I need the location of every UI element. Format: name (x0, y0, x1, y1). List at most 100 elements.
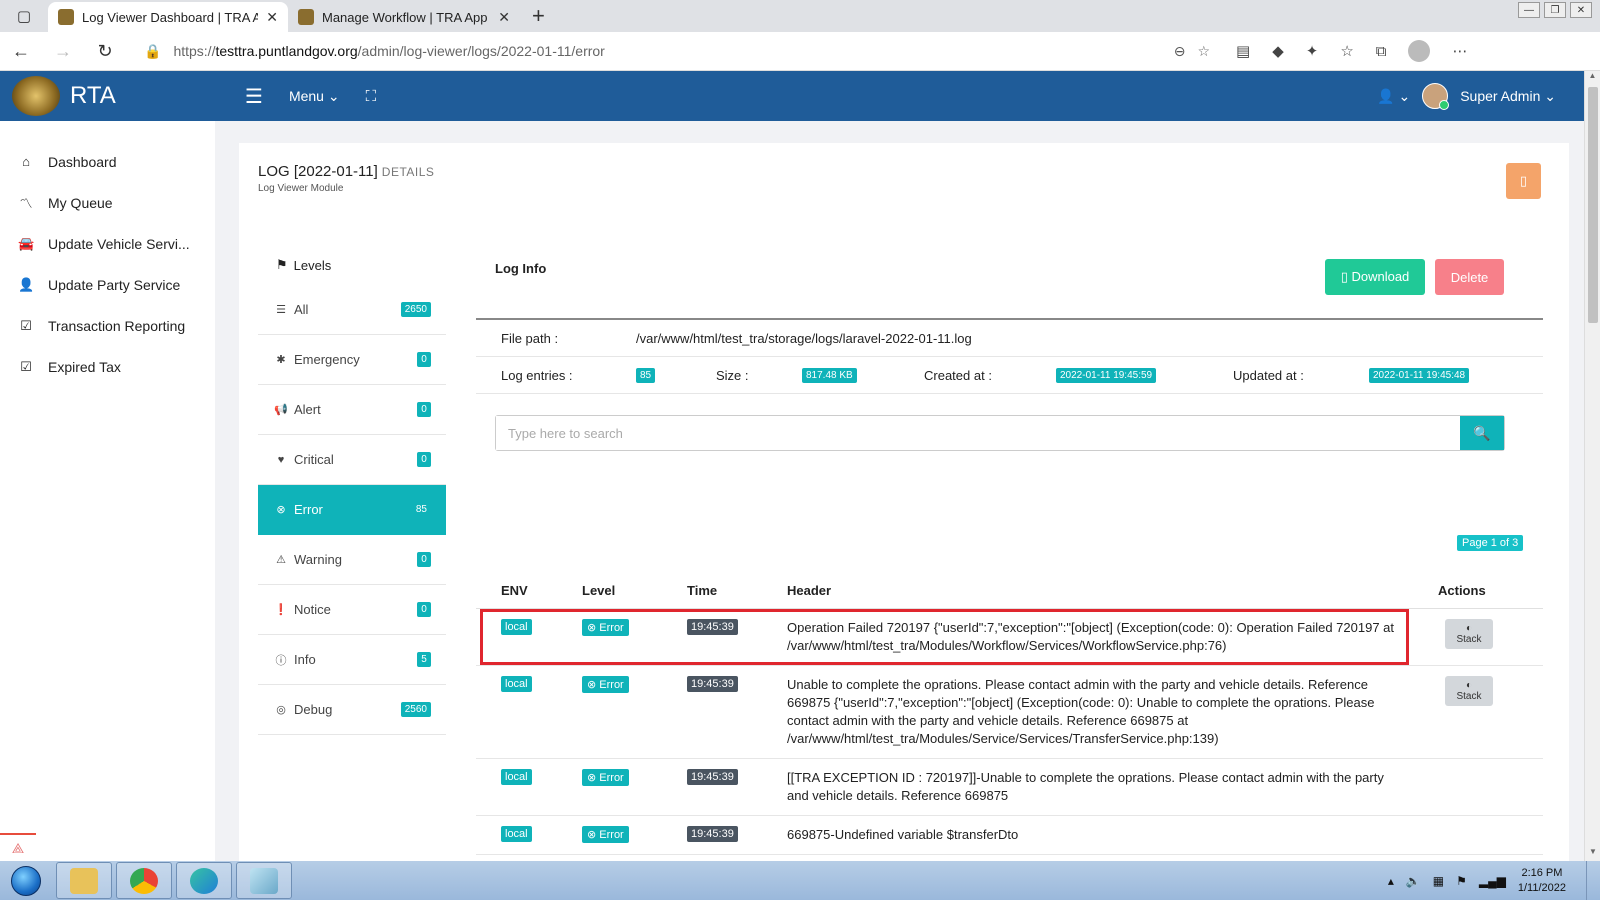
laravel-icon[interactable]: ⟁ (0, 833, 36, 861)
toggle-icon: ◐ (1465, 680, 1473, 691)
extensions-icon[interactable]: ✦ (1306, 42, 1319, 60)
scroll-down-icon[interactable]: ▼ (1585, 847, 1600, 861)
hamburger-icon[interactable]: ☰ (245, 84, 263, 109)
page-scrollbar[interactable]: ▲ ▼ (1584, 71, 1600, 861)
fullscreen-icon[interactable]: ⛶ (366, 88, 377, 105)
new-tab-button[interactable]: + (520, 3, 557, 32)
toggle-icon: ◐ (1465, 623, 1473, 634)
tabs-icon[interactable]: ⧉ (1376, 43, 1387, 60)
sidebar-item-expired-tax[interactable]: ☑ Expired Tax (0, 346, 215, 387)
delete-button[interactable]: Delete (1435, 259, 1504, 295)
times-circle-icon: ⊗ (587, 772, 597, 784)
flag-icon[interactable]: ⚑ (1456, 874, 1467, 888)
forward-icon[interactable]: → (42, 41, 84, 62)
level-item-warning[interactable]: ⚠ Warning 0 (258, 535, 446, 585)
profile-icon[interactable] (1408, 40, 1431, 62)
zoom-icon[interactable]: ⊖ (1174, 43, 1186, 60)
level-count: 2650 (400, 302, 431, 317)
level-badge: ⊗ Error (582, 676, 629, 693)
env-badge: local (501, 676, 532, 692)
taskbar-notepad[interactable] (236, 862, 292, 899)
level-item-debug[interactable]: ◎ Debug 2560 (258, 685, 446, 735)
level-item-error[interactable]: ⊗ Error 85 (258, 485, 446, 535)
flag-icon: ⚑ (276, 257, 288, 272)
browser-tab-manage-workflow[interactable]: Manage Workflow | TRA App ✕ (288, 2, 520, 32)
stack-button[interactable]: ◐ Stack (1445, 676, 1493, 706)
taskbar-explorer[interactable] (56, 862, 112, 899)
tab-actions-icon[interactable]: ▢ (0, 0, 48, 32)
close-tab-icon[interactable]: ✕ (498, 9, 510, 26)
reload-icon[interactable]: ↻ (84, 41, 126, 62)
taskbar-edge[interactable] (176, 862, 232, 899)
menu-dropdown[interactable]: Menu ⌄ (289, 88, 340, 105)
favicon-icon (298, 9, 314, 25)
col-header: Header (787, 583, 832, 598)
search-button[interactable]: 🔍 (1460, 416, 1504, 450)
scroll-thumb[interactable] (1588, 87, 1598, 323)
sidebar-item-my-queue[interactable]: 〽 My Queue (0, 182, 215, 223)
url-field[interactable]: 🔒 https://testtra.puntlandgov.org/admin/… (132, 36, 1222, 66)
level-item-info[interactable]: ⓘ Info 5 (258, 635, 446, 685)
updated-at-label: Updated at : (1233, 367, 1304, 383)
browser-tab-log-viewer[interactable]: Log Viewer Dashboard | TRA App ✕ (48, 2, 288, 32)
stack-button[interactable]: ◐ Stack (1445, 619, 1493, 649)
table-row: local ⊗ Error 19:45:39 Unable to complet… (476, 666, 1543, 759)
tray-expand-icon[interactable]: ▴ (1388, 874, 1394, 888)
level-item-alert[interactable]: 📢 Alert 0 (258, 385, 446, 435)
sidebar-item-update-vehicle-service[interactable]: 🚘 Update Vehicle Servi... (0, 223, 215, 264)
brand[interactable]: RTA (0, 76, 215, 116)
level-badge: ⊗ Error (582, 769, 629, 786)
col-actions: Actions (1438, 583, 1486, 598)
start-button[interactable] (0, 861, 52, 900)
search-input[interactable] (496, 416, 1460, 450)
times-circle-icon: ⊗ (587, 622, 597, 634)
network-icon[interactable]: ▦ (1433, 874, 1444, 888)
restore-icon[interactable]: ❐ (1544, 2, 1566, 18)
window-controls: — ❐ ✕ (1518, 2, 1592, 18)
sidebar-item-update-party-service[interactable]: 👤 Update Party Service (0, 264, 215, 305)
chevron-down-icon: ⌄ (327, 87, 340, 104)
table-row: local ⊗ Error 19:45:39 [[TRA EXCEPTION I… (476, 759, 1543, 816)
minimize-icon[interactable]: — (1518, 2, 1540, 18)
log-header-text: 669875-Undefined variable $transferDto (787, 827, 1019, 842)
clock[interactable]: 2:16 PM 1/11/2022 (1518, 866, 1566, 896)
times-circle-icon: ⊗ (587, 829, 597, 841)
sidebar-item-dashboard[interactable]: ⌂ Dashboard (0, 141, 215, 182)
close-tab-icon[interactable]: ✕ (266, 9, 278, 26)
back-icon[interactable]: ← (0, 41, 42, 62)
heartbeat-icon: ♥ (277, 453, 285, 466)
favorites-icon[interactable]: ☆ (1340, 42, 1353, 60)
signal-icon[interactable]: ▂▄▆ (1479, 874, 1506, 888)
show-desktop-button[interactable] (1586, 861, 1600, 900)
browser-tabstrip: ▢ Log Viewer Dashboard | TRA App ✕ Manag… (0, 0, 1600, 32)
notepad-icon (250, 867, 278, 894)
more-icon[interactable]: ⋯ (1452, 42, 1467, 60)
tab-title: Log Viewer Dashboard | TRA App (82, 9, 259, 25)
file-path-label: File path : (501, 330, 559, 346)
page-indicator: Page 1 of 3 (1457, 535, 1524, 551)
col-time: Time (687, 583, 718, 598)
level-item-notice[interactable]: ❗ Notice 0 (258, 585, 446, 635)
created-at-badge: 2022-01-11 19:45:59 (1056, 367, 1157, 383)
level-item-all[interactable]: ☰ All 2650 (258, 285, 446, 335)
user-dropdown[interactable]: Super Admin ⌄ (1460, 88, 1556, 105)
shield-icon[interactable]: ◆ (1272, 42, 1284, 60)
exclamation-circle-icon: ❗ (274, 604, 288, 616)
close-window-icon[interactable]: ✕ (1570, 2, 1592, 18)
log-header-text: Operation Failed 720197 {"userId":7,"exc… (787, 620, 1395, 653)
brand-name: RTA (70, 82, 116, 109)
collections-icon[interactable]: ▤ (1236, 42, 1250, 60)
level-item-critical[interactable]: ♥ Critical 0 (258, 435, 446, 485)
favorite-add-icon[interactable]: ☆ (1197, 43, 1210, 60)
user-menu-icon[interactable]: 👤 ⌄ (1377, 88, 1410, 105)
table-row: local ⊗ Error 19:45:39 669875-Undefined … (476, 816, 1543, 855)
download-button[interactable]: ▯ Download (1325, 259, 1425, 295)
level-count: 0 (417, 352, 431, 367)
avatar[interactable] (1422, 83, 1450, 110)
sidebar-item-transaction-reporting[interactable]: ☑ Transaction Reporting (0, 305, 215, 346)
taskbar-chrome[interactable] (116, 862, 172, 899)
level-item-emergency[interactable]: ✱ Emergency 0 (258, 335, 446, 385)
volume-icon[interactable]: 🔈 (1406, 874, 1421, 888)
orange-action-button[interactable]: ▯ (1506, 163, 1541, 199)
scroll-up-icon[interactable]: ▲ (1585, 71, 1600, 85)
